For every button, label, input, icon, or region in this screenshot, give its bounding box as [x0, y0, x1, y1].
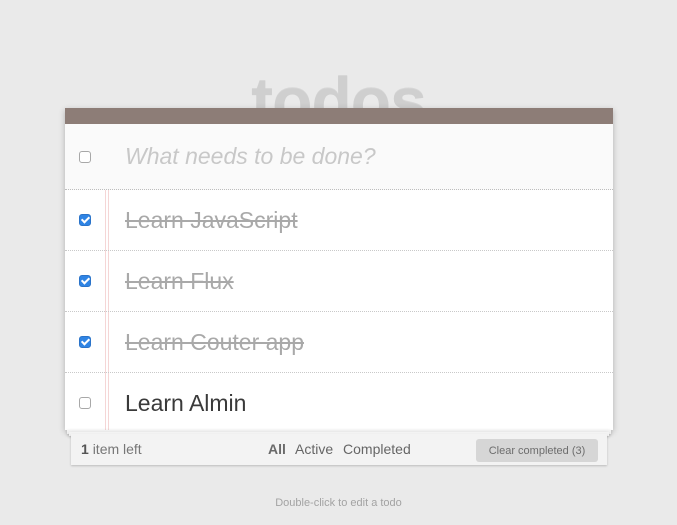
todo-checkbox[interactable]: [79, 397, 91, 409]
todo-item: Learn Almin: [65, 373, 613, 433]
filter-active[interactable]: Active: [295, 441, 333, 457]
todo-count-number: 1: [81, 441, 89, 457]
filters: All Active Completed: [268, 434, 417, 465]
todo-count-suffix: item left: [92, 441, 142, 457]
todo-count: 1 item left: [81, 434, 142, 465]
todo-item: Learn Couter app: [65, 312, 613, 373]
new-todo-row: [65, 124, 613, 190]
todo-footer: 1 item left All Active Completed Clear c…: [71, 434, 607, 465]
filter-all[interactable]: All: [268, 441, 286, 457]
filter-completed[interactable]: Completed: [343, 441, 411, 457]
toggle-all-checkbox[interactable]: [79, 150, 91, 163]
todo-checkbox[interactable]: [79, 275, 91, 287]
todo-item: Learn Flux: [65, 251, 613, 312]
todo-label[interactable]: Learn JavaScript: [125, 190, 298, 250]
clear-completed-button[interactable]: Clear completed (3): [476, 439, 598, 462]
todo-checkbox[interactable]: [79, 336, 91, 348]
todo-label[interactable]: Learn Flux: [125, 251, 234, 311]
todo-label[interactable]: Learn Couter app: [125, 312, 304, 372]
todo-app: Learn JavaScript Learn Flux Learn Couter…: [65, 108, 613, 430]
new-todo-input[interactable]: [125, 124, 595, 189]
header-bar: [65, 108, 613, 124]
todo-item: Learn JavaScript: [65, 190, 613, 251]
edit-hint: Double-click to edit a todo: [275, 497, 402, 509]
todo-label[interactable]: Learn Almin: [125, 373, 246, 433]
todo-checkbox[interactable]: [79, 214, 91, 226]
